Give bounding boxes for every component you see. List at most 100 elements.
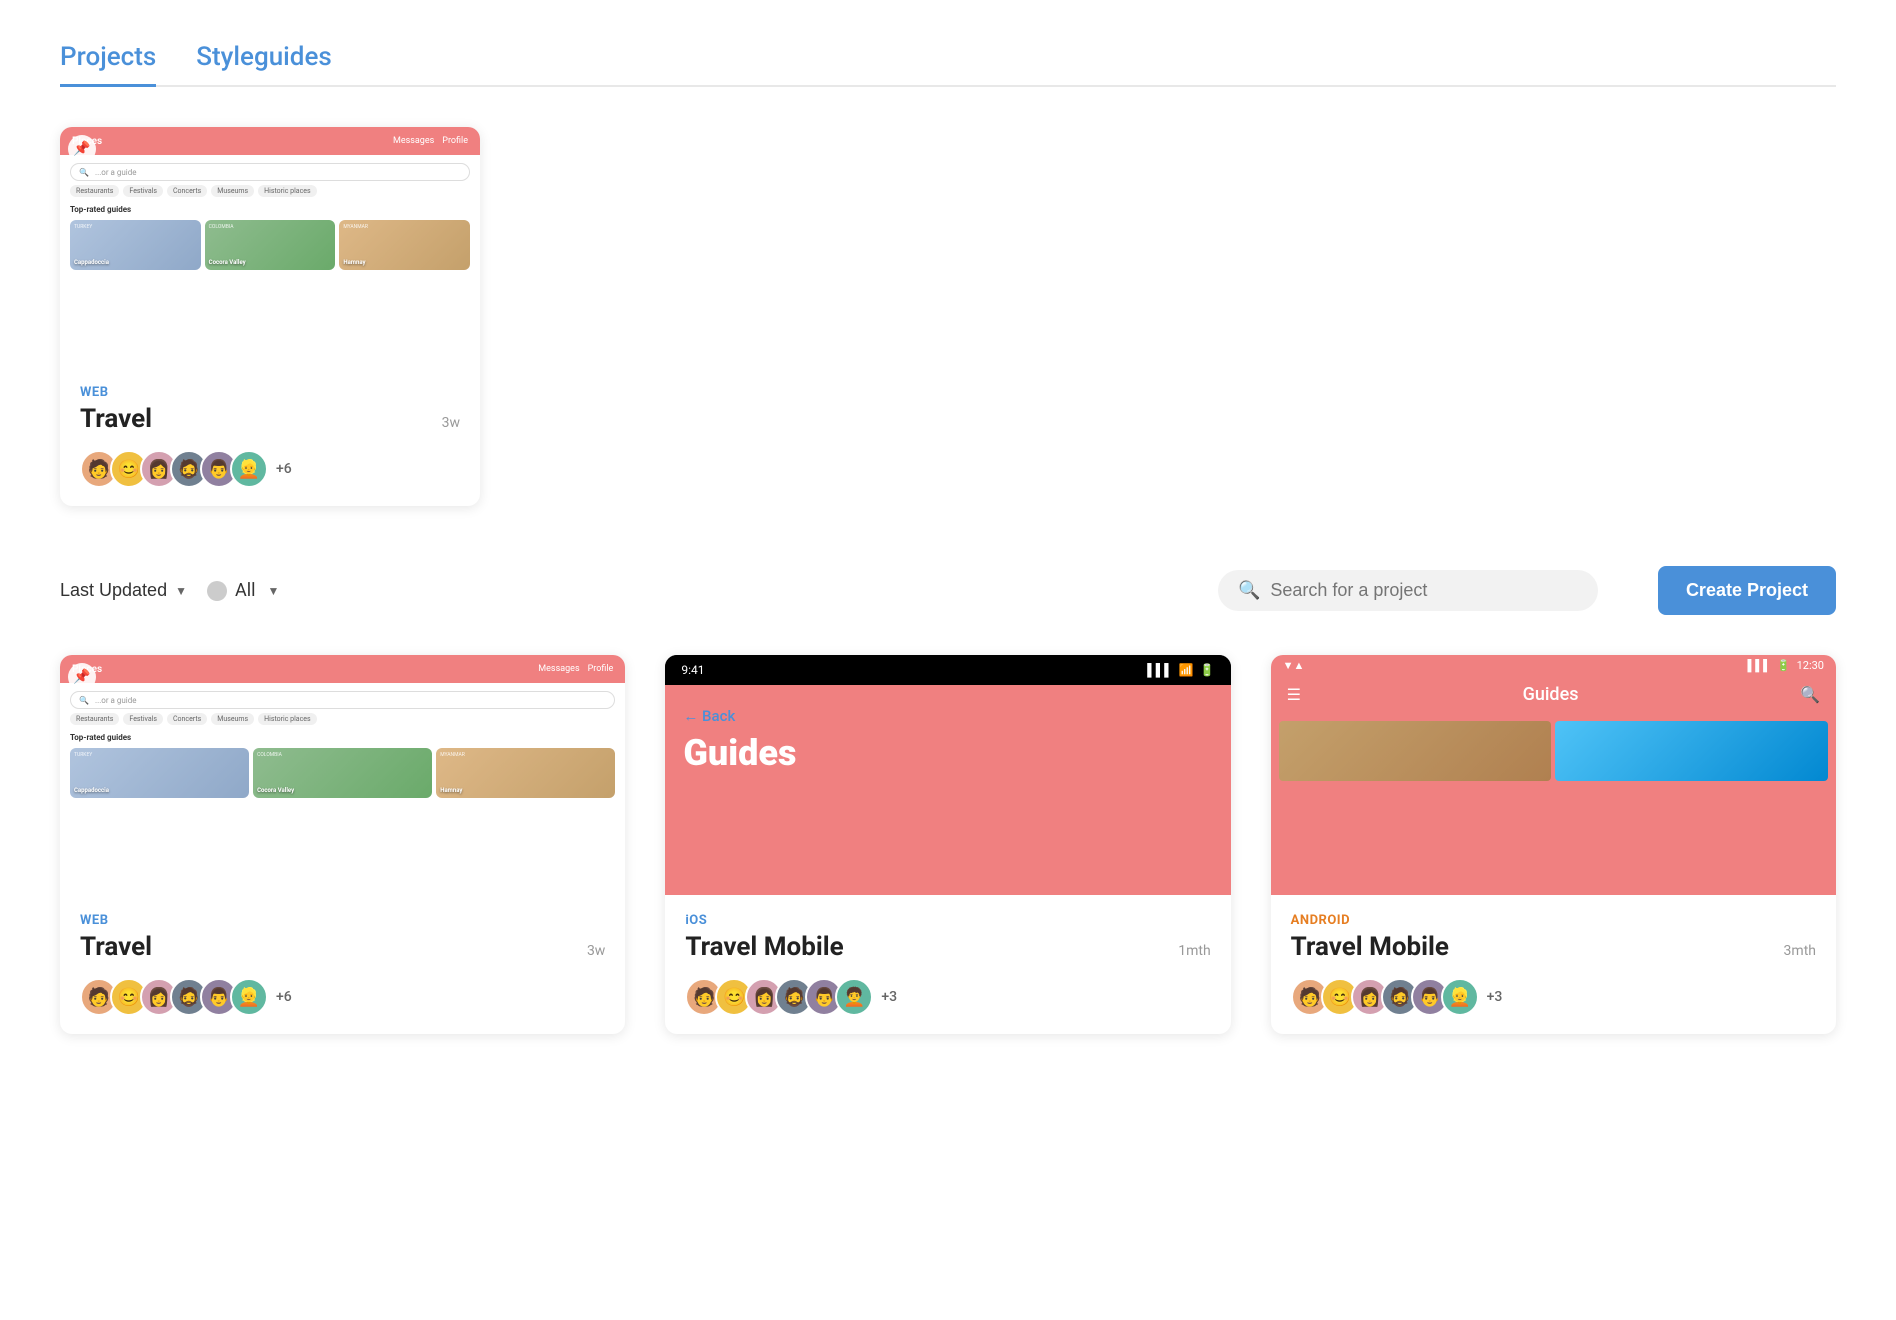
web-preview: Places Messages Profile 📌 🔍 ...or a guid… [60, 127, 480, 367]
android-nav-bar: ☰ Guides 🔍 [1271, 676, 1836, 713]
card-title-1: Travel Mobile [685, 932, 843, 962]
card-type: WEB [80, 385, 460, 400]
all-filter-dot [207, 581, 227, 601]
android-signal-icon: ▌▌▌ [1747, 659, 1770, 672]
chevron-down-icon: ▼ [175, 584, 187, 598]
card-title-0: Travel [80, 932, 152, 962]
preview-pin-icon-0: 📌 [68, 663, 96, 691]
android-img-2 [1555, 721, 1828, 781]
card-avatars-0: 🧑 😊 👩 🧔 👨 👱 +6 [80, 978, 605, 1016]
android-status-bar: ▼▲ ▌▌▌ 🔋 12:30 [1271, 655, 1836, 676]
preview-section-title: Top-rated guides [70, 205, 470, 214]
preview-tag: Festivals [123, 185, 163, 197]
android-search-icon: 🔍 [1800, 685, 1820, 704]
tab-styleguides[interactable]: Styleguides [196, 42, 331, 87]
tabs-bar: Projects Styleguides [60, 40, 1836, 87]
card-avatars-2: 🧑 😊 👩 🧔 👨 👱 +3 [1291, 978, 1816, 1016]
ios-time: 9:41 [681, 663, 704, 677]
ios-back: ← Back [683, 707, 1212, 725]
android-battery-icon: 🔋 [1777, 659, 1791, 672]
projects-grid: Places Messages Profile 📌 🔍 ...or a guid… [60, 655, 1836, 1034]
card-type-2: ANDROID [1291, 913, 1816, 928]
all-filter-label: All [235, 580, 256, 601]
ios-content: ← Back Guides [665, 685, 1230, 895]
preview-nav-profile: Profile [442, 136, 468, 146]
preview-search-icon: 🔍 [79, 168, 89, 177]
project-card-0[interactable]: Places Messages Profile 📌 🔍 ...or a guid… [60, 655, 625, 1034]
card-avatars: 🧑 😊 👩 🧔 👨 👱 +6 [80, 450, 460, 488]
preview-header: Places Messages Profile [60, 127, 480, 155]
battery-icon: 🔋 [1200, 663, 1215, 677]
card-preview-0: Places Messages Profile 📌 🔍 ...or a guid… [60, 655, 625, 895]
card-time: 3w [442, 415, 460, 431]
card-time-0: 3w [587, 943, 605, 959]
avatar-more-0: +6 [276, 989, 292, 1005]
card-avatars-1: 🧑 😊 👩 🧔 👨 🧑‍🦱 +3 [685, 978, 1210, 1016]
card-preview-2: ▼▲ ▌▌▌ 🔋 12:30 ☰ Guides 🔍 [1271, 655, 1836, 895]
filter-label: Last Updated [60, 580, 167, 601]
signal-icon: ▌▌▌ [1147, 663, 1173, 677]
all-chevron-icon: ▼ [267, 584, 279, 598]
ios-title: Guides [683, 735, 1212, 771]
all-filter[interactable]: All ▼ [207, 580, 279, 601]
preview-tags: Restaurants Festivals Concerts Museums H… [70, 185, 470, 197]
android-time: 12:30 [1797, 659, 1824, 672]
card-title: Travel [80, 404, 152, 434]
android-nav-title: Guides [1523, 684, 1579, 705]
card-type-1: iOS [685, 913, 1210, 928]
avatar-1-6: 🧑‍🦱 [835, 978, 873, 1016]
wifi-icon: 📶 [1179, 663, 1194, 677]
card-title-2: Travel Mobile [1291, 932, 1449, 962]
android-img-1 [1279, 721, 1552, 781]
card-preview-1: 9:41 ▌▌▌ 📶 🔋 ← Back Guides [665, 655, 1230, 895]
featured-card[interactable]: Places Messages Profile 📌 🔍 ...or a guid… [60, 127, 480, 506]
toolbar: Last Updated ▼ All ▼ 🔍 Create Project [60, 566, 1836, 615]
card-info: WEB Travel 3w 🧑 😊 👩 🧔 👨 👱 +6 [60, 367, 480, 506]
search-box[interactable]: 🔍 [1218, 570, 1598, 611]
web-preview-0: Places Messages Profile 📌 🔍 ...or a guid… [60, 655, 625, 895]
card-info-0: WEB Travel 3w 🧑 😊 👩 🧔 👨 👱 +6 [60, 895, 625, 1034]
preview-guide-3: MYANMAR Hamnay [339, 220, 470, 270]
page-container: Projects Styleguides Places Messages Pro… [0, 0, 1896, 1074]
preview-header-links: Messages Profile [393, 136, 468, 146]
search-icon: 🔍 [1238, 580, 1260, 601]
preview-guide-1: TURKEY Cappadoccia [70, 220, 201, 270]
project-card-1[interactable]: 9:41 ▌▌▌ 📶 🔋 ← Back Guides [665, 655, 1230, 1034]
android-wifi-icon: ▼▲ [1283, 659, 1305, 672]
featured-section: Places Messages Profile 📌 🔍 ...or a guid… [60, 127, 1836, 506]
avatar-more-1: +3 [881, 989, 897, 1005]
card-time-2: 3mth [1784, 943, 1816, 959]
preview-guide-2: COLOMBIA Cocora Valley [205, 220, 336, 270]
android-images [1279, 721, 1828, 781]
preview-tag: Concerts [167, 185, 207, 197]
preview-tag: Restaurants [70, 185, 119, 197]
hamburger-icon: ☰ [1287, 685, 1301, 704]
preview-search-text: ...or a guide [95, 168, 137, 177]
search-input[interactable] [1270, 580, 1578, 601]
android-preview: ▼▲ ▌▌▌ 🔋 12:30 ☰ Guides 🔍 [1271, 655, 1836, 895]
card-info-1: iOS Travel Mobile 1mth 🧑 😊 👩 🧔 👨 🧑‍🦱 +3 [665, 895, 1230, 1034]
preview-nav-messages: Messages [393, 136, 434, 146]
card-type-0: WEB [80, 913, 605, 928]
preview-tag: Historic places [258, 185, 316, 197]
preview-guides: TURKEY Cappadoccia COLOMBIA Cocora Valle… [70, 220, 470, 270]
avatar-more: +6 [276, 461, 292, 477]
preview-header-0: Places Messages Profile [60, 655, 625, 683]
avatar-more-2: +3 [1487, 989, 1503, 1005]
last-updated-filter[interactable]: Last Updated ▼ [60, 580, 187, 601]
avatar-6: 👱 [230, 450, 268, 488]
card-title-row: Travel 3w [80, 404, 460, 434]
project-card-2[interactable]: ▼▲ ▌▌▌ 🔋 12:30 ☰ Guides 🔍 [1271, 655, 1836, 1034]
avatar-2-6: 👱 [1441, 978, 1479, 1016]
avatar-0-6: 👱 [230, 978, 268, 1016]
card-info-2: ANDROID Travel Mobile 3mth 🧑 😊 👩 🧔 👨 👱 +… [1271, 895, 1836, 1034]
preview-tag: Museums [211, 185, 254, 197]
card-preview-web: Places Messages Profile 📌 🔍 ...or a guid… [60, 127, 480, 367]
ios-status-icons: ▌▌▌ 📶 🔋 [1147, 663, 1214, 677]
preview-pin-icon: 📌 [68, 135, 96, 163]
card-time-1: 1mth [1178, 943, 1210, 959]
tab-projects[interactable]: Projects [60, 42, 156, 87]
ios-preview: 9:41 ▌▌▌ 📶 🔋 ← Back Guides [665, 655, 1230, 895]
create-project-button[interactable]: Create Project [1658, 566, 1836, 615]
preview-search-bar: 🔍 ...or a guide [70, 163, 470, 181]
